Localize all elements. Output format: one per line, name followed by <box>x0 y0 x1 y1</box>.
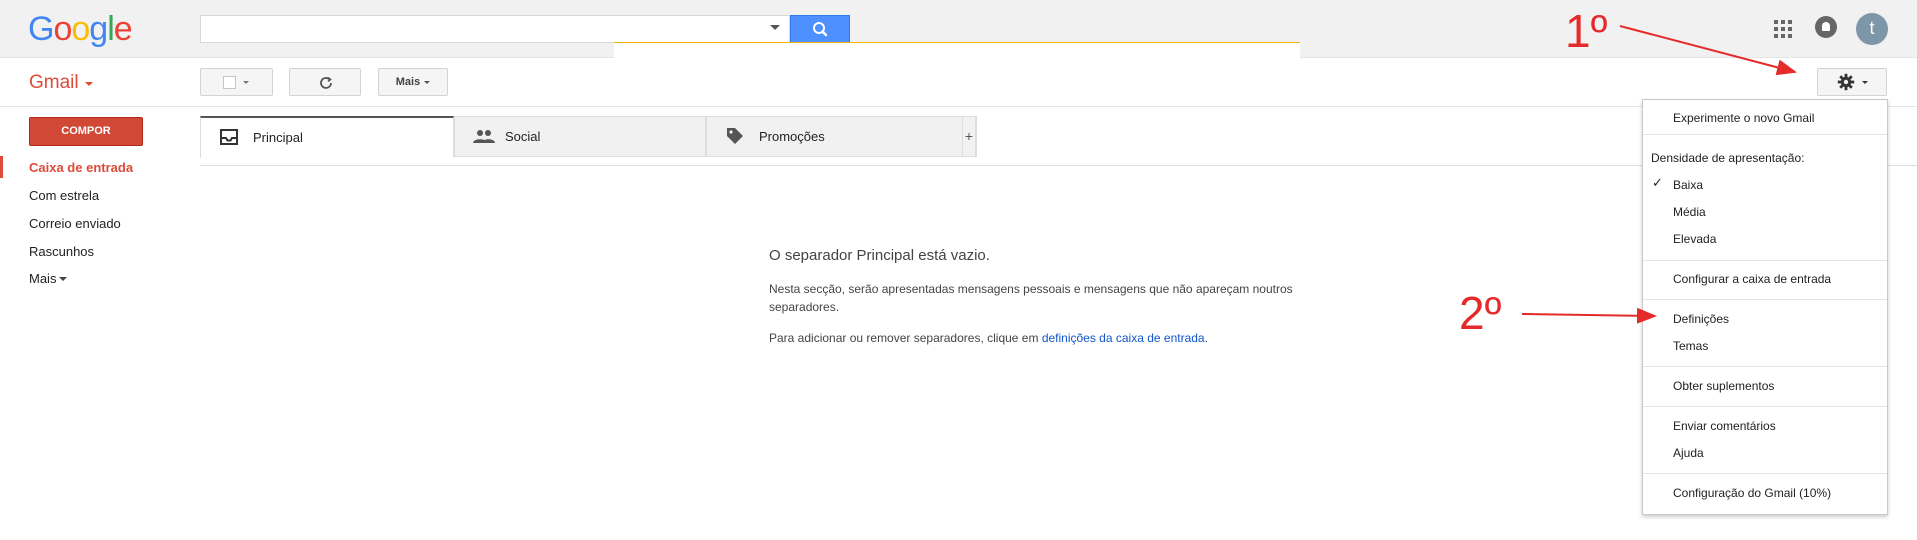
google-logo[interactable]: Google <box>28 10 133 49</box>
menu-separator <box>1643 473 1887 474</box>
tab-label: Principal <box>253 130 303 145</box>
menu-item-help[interactable]: Ajuda <box>1673 446 1704 460</box>
logo-letter-g2: g <box>89 10 108 48</box>
empty-state-hint-text: Para adicionar ou remover separadores, c… <box>769 331 1042 345</box>
compose-button[interactable]: COMPOR <box>29 117 143 146</box>
settings-button[interactable] <box>1817 68 1887 96</box>
gmail-label[interactable]: Gmail <box>29 72 79 94</box>
tab-principal[interactable]: Principal <box>200 116 454 158</box>
logo-letter-e: e <box>113 10 133 48</box>
logo-letter-g: G <box>28 10 54 48</box>
add-tab-button[interactable]: + <box>962 116 976 157</box>
menu-item-density-low[interactable]: Baixa <box>1673 178 1703 192</box>
search-input[interactable] <box>200 15 790 43</box>
check-icon: ✓ <box>1652 175 1663 190</box>
menu-separator <box>1643 299 1887 300</box>
search-suggest-panel <box>614 43 1300 59</box>
tag-icon <box>727 128 743 144</box>
logo-letter-o2: o <box>71 10 90 48</box>
menu-item-settings[interactable]: Definições <box>1673 312 1729 326</box>
chevron-down-icon <box>1862 81 1868 84</box>
menu-separator <box>1643 134 1887 135</box>
gmail-chevron-down-icon[interactable] <box>85 82 93 86</box>
annotation-step-1: 1º <box>1565 5 1608 57</box>
menu-item-configure-inbox[interactable]: Configurar a caixa de entrada <box>1673 272 1831 286</box>
menu-item-send-feedback[interactable]: Enviar comentários <box>1673 419 1776 433</box>
inbox-icon <box>220 129 238 145</box>
more-actions-label: Mais <box>395 76 421 88</box>
menu-item-get-addons[interactable]: Obter suplementos <box>1673 379 1774 393</box>
annotation-arrows <box>1521 25 1797 324</box>
tab-social[interactable]: Social <box>454 116 706 157</box>
search-icon <box>813 22 828 37</box>
empty-state-hint-suffix: . <box>1204 331 1208 345</box>
notifications-icon[interactable] <box>1815 16 1837 38</box>
select-checkbox-button[interactable] <box>200 68 273 96</box>
sidebar-item-drafts[interactable]: Rascunhos <box>29 244 94 259</box>
menu-item-try-new-gmail[interactable]: Experimente o novo Gmail <box>1673 111 1814 125</box>
toolbar-divider <box>0 106 1917 107</box>
menu-separator <box>1643 260 1887 261</box>
empty-state-title: O separador Principal está vazio. <box>769 247 990 264</box>
menu-item-density-medium[interactable]: Média <box>1673 205 1706 219</box>
annotation-step-2: 2º <box>1459 287 1502 339</box>
menu-separator <box>1643 406 1887 407</box>
empty-state-hint: Para adicionar ou remover separadores, c… <box>769 331 1208 345</box>
active-indicator <box>0 156 3 178</box>
settings-menu: Experimente o novo Gmail Densidade de ap… <box>1642 99 1888 515</box>
search-button[interactable] <box>790 15 850 43</box>
logo-letter-o1: o <box>53 10 72 48</box>
sidebar-item-sent[interactable]: Correio enviado <box>29 216 121 231</box>
search-focus-line <box>614 42 1300 43</box>
menu-item-density-high[interactable]: Elevada <box>1673 232 1716 246</box>
menu-header-density: Densidade de apresentação: <box>1651 151 1805 165</box>
tab-label: Promoções <box>759 129 825 144</box>
more-actions-button[interactable]: Mais <box>378 68 448 96</box>
sidebar-item-inbox[interactable]: Caixa de entrada <box>29 160 133 175</box>
people-icon <box>473 130 495 143</box>
annotation-arrow-2 <box>1521 307 1657 324</box>
chevron-down-icon <box>424 80 431 84</box>
search-options-chevron-icon[interactable] <box>770 25 780 30</box>
chevron-down-icon <box>243 81 249 84</box>
tab-promocoes[interactable]: Promoções <box>706 116 977 157</box>
inbox-settings-link[interactable]: definições da caixa de entrada <box>1042 331 1205 345</box>
tab-label: Social <box>505 129 541 144</box>
refresh-icon <box>320 76 332 89</box>
sidebar-item-starred[interactable]: Com estrela <box>29 188 99 203</box>
chevron-down-icon[interactable] <box>59 277 67 281</box>
refresh-button[interactable] <box>289 68 361 96</box>
menu-separator <box>1643 366 1887 367</box>
menu-item-themes[interactable]: Temas <box>1673 339 1708 353</box>
checkbox-icon <box>223 76 236 89</box>
sidebar-item-more[interactable]: Mais <box>29 271 56 286</box>
menu-item-gmail-config[interactable]: Configuração do Gmail (10%) <box>1673 486 1831 500</box>
empty-state-description: Nesta secção, serão apresentadas mensage… <box>769 282 1293 314</box>
gear-icon <box>1837 73 1855 91</box>
avatar[interactable]: t <box>1856 13 1888 45</box>
apps-grid-icon[interactable] <box>1774 20 1792 38</box>
